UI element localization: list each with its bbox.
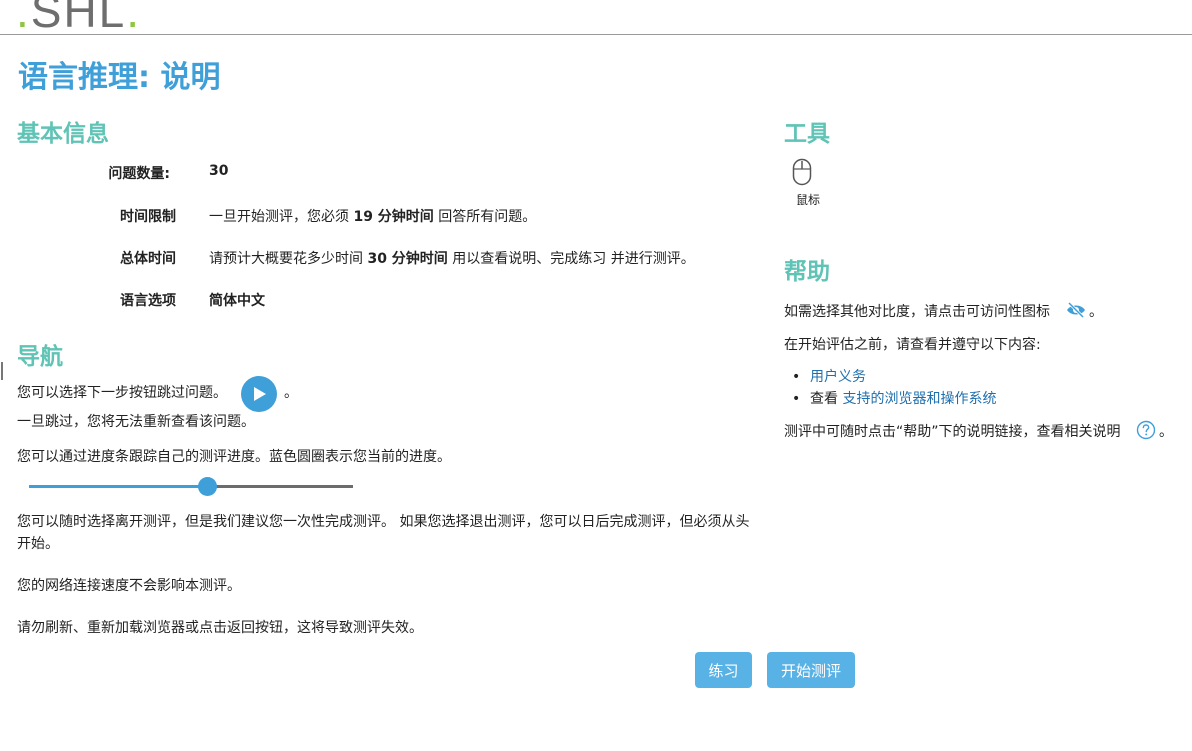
help-title: 帮助: [784, 259, 830, 285]
top-bar: .SHL.: [0, 0, 1192, 37]
language-option-label: 语言选项: [120, 293, 176, 309]
start-assessment-button[interactable]: 开始测评: [767, 652, 855, 688]
skip-text: 您可以选择下一步按钮跳过问题。: [17, 385, 227, 401]
network-text: 您的网络连接速度不会影响本测评。: [17, 578, 241, 594]
contrast-suffix: 。: [1089, 304, 1103, 320]
before-text: 在开始评估之前，请查看并遵守以下内容:: [784, 337, 1041, 353]
list-item: 查看 支持的浏览器和操作系统: [790, 388, 996, 410]
practice-button[interactable]: 练习: [695, 652, 752, 688]
help-question-icon[interactable]: [1136, 420, 1156, 440]
mouse-label: 鼠标: [796, 193, 821, 207]
leave-text: 您可以随时选择离开测评，但是我们建议您一次性完成测评。 如果您选择退出测评，您可…: [17, 514, 750, 552]
question-count-label: 问题数量:: [108, 166, 170, 182]
play-icon: [254, 387, 266, 401]
question-count-value: 30: [209, 163, 229, 179]
user-obligations-link[interactable]: 用户义务: [810, 369, 866, 385]
time-limit-label: 时间限制: [120, 209, 176, 225]
language-option-value: 简体中文: [209, 293, 265, 309]
tools-title: 工具: [784, 121, 830, 147]
list-item: 用户义务: [790, 366, 996, 388]
refresh-text: 请勿刷新、重新加载浏览器或点击返回按钮，这将导致测评失效。: [17, 620, 423, 636]
time-limit-value: 一旦开始测评，您必须 19 分钟时间 回答所有问题。: [209, 209, 537, 225]
progress-text: 您可以通过进度条跟踪自己的测评进度。蓝色圆圈表示您当前的进度。: [17, 449, 451, 465]
help-suffix: 。: [1159, 424, 1173, 440]
contrast-text: 如需选择其他对比度，请点击可访问性图标: [784, 304, 1050, 320]
total-time-label: 总体时间: [120, 251, 176, 267]
focus-marker: [1, 362, 3, 380]
basic-info-title: 基本信息: [17, 121, 109, 147]
total-time-value: 请预计大概要花多少时间 30 分钟时间 用以查看说明、完成练习 并进行测评。: [209, 251, 695, 267]
help-text: 测评中可随时点击“帮助”下的说明链接，查看相关说明: [784, 424, 1121, 440]
accessibility-eye-icon[interactable]: [1066, 301, 1086, 319]
progress-bar-fill: [29, 485, 208, 488]
help-bullet-list: 用户义务 查看 支持的浏览器和操作系统: [790, 366, 996, 410]
next-button-icon[interactable]: [241, 376, 277, 412]
page-title: 语言推理: 说明: [18, 60, 221, 95]
supported-browsers-link[interactable]: 支持的浏览器和操作系统: [842, 391, 996, 407]
shl-logo: .SHL.: [16, 0, 142, 37]
progress-indicator: [198, 477, 218, 496]
skip-suffix: 。: [284, 385, 298, 401]
navigation-title: 导航: [17, 344, 63, 370]
progress-bar: [29, 477, 353, 496]
no-return-text: 一旦跳过，您将无法重新查看该问题。: [17, 414, 255, 430]
mouse-icon: [792, 158, 812, 186]
